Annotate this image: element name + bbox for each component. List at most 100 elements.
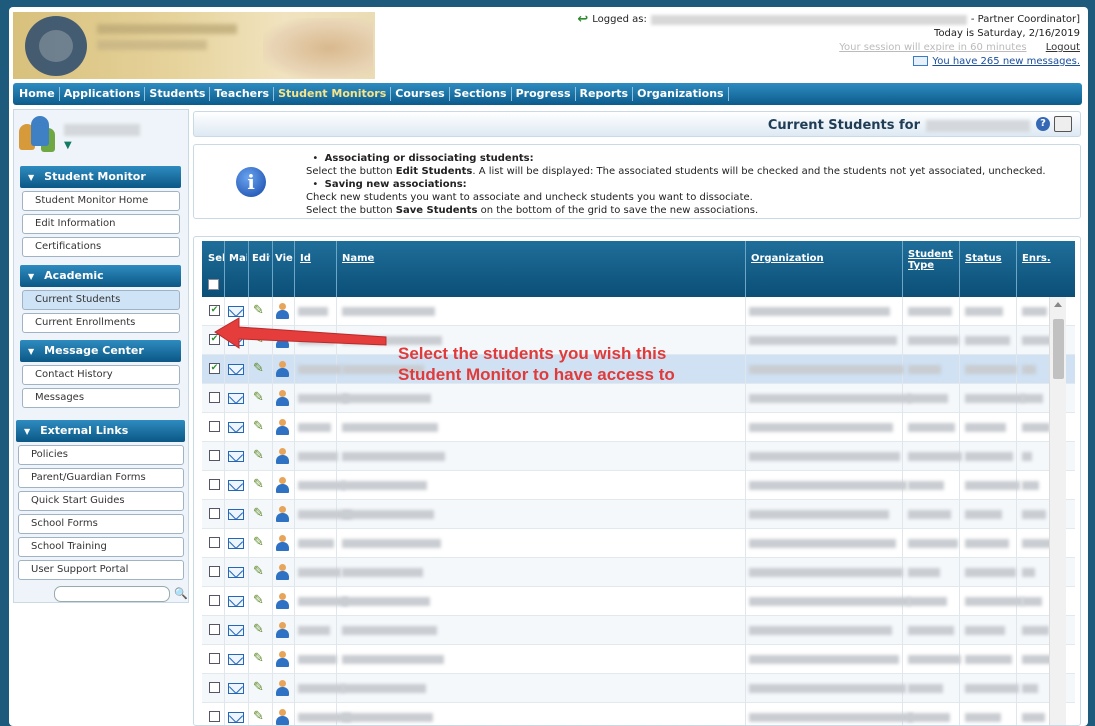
view-person-icon[interactable] xyxy=(275,419,289,435)
col-name[interactable]: Name xyxy=(342,253,374,264)
nav-student-monitors[interactable]: Student Monitors xyxy=(274,87,392,101)
table-row[interactable]: ✎ xyxy=(202,442,1075,471)
scroll-up-icon[interactable] xyxy=(1054,302,1062,307)
row-select-checkbox[interactable] xyxy=(209,653,220,664)
view-person-icon[interactable] xyxy=(275,680,289,696)
sidebar-item-school-forms[interactable]: School Forms xyxy=(18,514,184,534)
select-all-checkbox[interactable] xyxy=(208,279,219,290)
view-person-icon[interactable] xyxy=(275,622,289,638)
nav-applications[interactable]: Applications xyxy=(60,87,146,101)
col-status[interactable]: Status xyxy=(965,253,1002,264)
section-message-center[interactable]: ▼ Message Center xyxy=(20,340,181,362)
messages-mail-icon[interactable] xyxy=(913,56,929,66)
collapse-triangle-icon[interactable]: ▼ xyxy=(28,347,34,356)
row-select-checkbox[interactable] xyxy=(209,450,220,461)
edit-pencil-icon[interactable]: ✎ xyxy=(253,506,267,522)
nav-sections[interactable]: Sections xyxy=(450,87,512,101)
row-select-checkbox[interactable] xyxy=(209,595,220,606)
view-person-icon[interactable] xyxy=(275,361,289,377)
view-person-icon[interactable] xyxy=(275,651,289,667)
nav-courses[interactable]: Courses xyxy=(391,87,450,101)
view-person-icon[interactable] xyxy=(275,593,289,609)
grid-scrollbar[interactable] xyxy=(1049,297,1066,725)
mail-icon[interactable] xyxy=(228,625,244,636)
sidebar-item-certifications[interactable]: Certifications xyxy=(22,237,180,257)
collapse-triangle-icon[interactable]: ▼ xyxy=(28,272,34,281)
row-select-checkbox[interactable] xyxy=(209,624,220,635)
mail-icon[interactable] xyxy=(228,596,244,607)
mail-icon[interactable] xyxy=(228,509,244,520)
edit-pencil-icon[interactable]: ✎ xyxy=(253,564,267,580)
new-messages-link[interactable]: You have 265 new messages. xyxy=(932,56,1080,67)
sidebar-item-school-training[interactable]: School Training xyxy=(18,537,184,557)
sidebar-item-parent-guardian-forms[interactable]: Parent/Guardian Forms xyxy=(18,468,184,488)
nav-organizations[interactable]: Organizations xyxy=(633,87,729,101)
table-row[interactable]: ✎ xyxy=(202,413,1075,442)
table-row[interactable]: ✎ xyxy=(202,674,1075,703)
edit-pencil-icon[interactable]: ✎ xyxy=(253,448,267,464)
view-person-icon[interactable] xyxy=(275,506,289,522)
edit-pencil-icon[interactable]: ✎ xyxy=(253,709,267,725)
sidebar-item-quick-start-guides[interactable]: Quick Start Guides xyxy=(18,491,184,511)
edit-pencil-icon[interactable]: ✎ xyxy=(253,622,267,638)
row-select-checkbox[interactable] xyxy=(209,479,220,490)
col-enrs[interactable]: Enrs. xyxy=(1022,253,1051,264)
scrollbar-thumb[interactable] xyxy=(1053,319,1064,379)
row-select-checkbox[interactable] xyxy=(209,421,220,432)
table-row[interactable]: ✎ xyxy=(202,529,1075,558)
row-select-checkbox[interactable] xyxy=(209,392,220,403)
sidebar-item-contact-history[interactable]: Contact History xyxy=(22,365,180,385)
row-select-checkbox[interactable]: ✔ xyxy=(209,363,220,374)
view-person-icon[interactable] xyxy=(275,448,289,464)
mail-icon[interactable] xyxy=(228,654,244,665)
search-icon[interactable]: 🔍 xyxy=(174,587,188,600)
mail-icon[interactable] xyxy=(228,480,244,491)
edit-pencil-icon[interactable]: ✎ xyxy=(253,361,267,377)
collapse-triangle-icon[interactable]: ▼ xyxy=(28,173,34,182)
sidebar-search-input[interactable] xyxy=(54,586,170,602)
sidebar-item-policies[interactable]: Policies xyxy=(18,445,184,465)
mail-icon[interactable] xyxy=(228,712,244,723)
mail-icon[interactable] xyxy=(228,364,244,375)
nav-home[interactable]: Home xyxy=(15,87,60,101)
col-organization[interactable]: Organization xyxy=(751,253,824,264)
sidebar-item-current-students[interactable]: Current Students xyxy=(22,290,180,310)
table-row[interactable]: ✎ xyxy=(202,558,1075,587)
mail-icon[interactable] xyxy=(228,393,244,404)
edit-pencil-icon[interactable]: ✎ xyxy=(253,651,267,667)
help-icon[interactable]: ? xyxy=(1036,117,1050,131)
view-person-icon[interactable] xyxy=(275,709,289,725)
view-person-icon[interactable] xyxy=(275,564,289,580)
mail-icon[interactable] xyxy=(228,451,244,462)
sidebar-item-user-support-portal[interactable]: User Support Portal xyxy=(18,560,184,580)
edit-pencil-icon[interactable]: ✎ xyxy=(253,535,267,551)
logout-link[interactable]: Logout xyxy=(1046,42,1080,53)
view-person-icon[interactable] xyxy=(275,390,289,406)
row-select-checkbox[interactable] xyxy=(209,711,220,722)
mail-icon[interactable] xyxy=(228,567,244,578)
view-person-icon[interactable] xyxy=(275,535,289,551)
table-row[interactable]: ✎ xyxy=(202,645,1075,674)
sidebar-item-edit-information[interactable]: Edit Information xyxy=(22,214,180,234)
edit-pencil-icon[interactable]: ✎ xyxy=(253,390,267,406)
mail-icon[interactable] xyxy=(228,538,244,549)
collapse-triangle-icon[interactable]: ▼ xyxy=(24,427,30,436)
view-person-icon[interactable] xyxy=(275,477,289,493)
table-row[interactable]: ✎ xyxy=(202,616,1075,645)
edit-pencil-icon[interactable]: ✎ xyxy=(253,477,267,493)
table-row[interactable]: ✎ xyxy=(202,384,1075,413)
section-academic[interactable]: ▼ Academic xyxy=(20,265,181,287)
section-student-monitor-home[interactable]: ▼Student Monitor Home xyxy=(20,166,181,206)
row-select-checkbox[interactable] xyxy=(209,566,220,577)
sidebar-item-student-monitor-home[interactable]: Student Monitor Home xyxy=(22,191,180,211)
print-icon[interactable] xyxy=(1054,116,1072,132)
edit-pencil-icon[interactable]: ✎ xyxy=(253,593,267,609)
edit-pencil-icon[interactable]: ✎ xyxy=(253,680,267,696)
edit-pencil-icon[interactable]: ✎ xyxy=(253,419,267,435)
section-external-links[interactable]: ▼ External Links xyxy=(16,420,185,442)
nav-progress[interactable]: Progress xyxy=(512,87,576,101)
table-row[interactable]: ✎ xyxy=(202,471,1075,500)
sidebar-item-current-enrollments[interactable]: Current Enrollments xyxy=(22,313,180,333)
col-id[interactable]: Id xyxy=(300,253,311,264)
col-student-type[interactable]: Student Type xyxy=(908,249,953,271)
